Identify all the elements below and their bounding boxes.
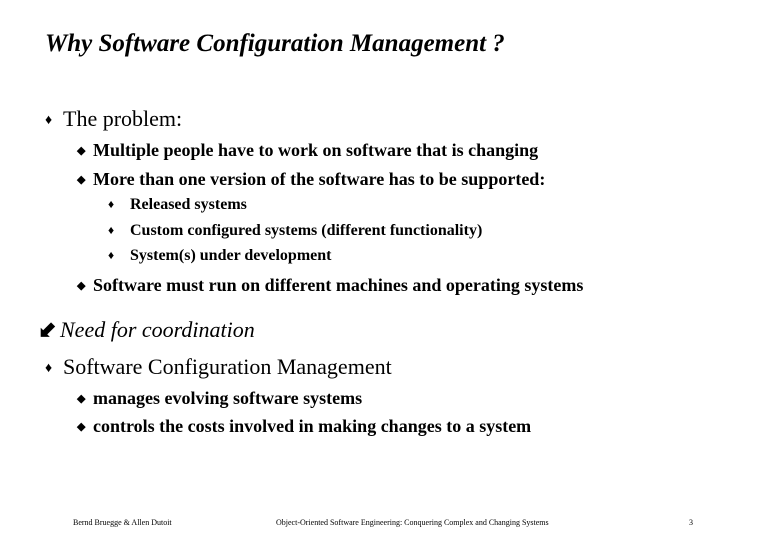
slide-title: Why Software Configuration Management ?: [45, 30, 505, 57]
sub-bullet-multiple-people: ◆ Multiple people have to work on softwar…: [77, 140, 539, 160]
sub-bullet-manages: ◆ manages evolving software systems: [77, 388, 363, 408]
sub-sub-bullet-custom: ♦ Custom configured systems (different fu…: [108, 222, 483, 239]
diamond-bullet-icon: ◆: [77, 393, 86, 405]
sub-bullet-different-machines: ◆ Software must run on different machines…: [77, 275, 584, 295]
footer-authors: Bernd Bruegge & Allen Dutoit: [73, 518, 172, 527]
diamond-bullet-icon: ◆: [77, 280, 86, 292]
bullet-scm: ♦ Software Configuration Management: [45, 354, 392, 379]
diamond-bullet-icon: ◆: [77, 174, 86, 186]
arrow-need-for-coordination: ⬋ Need for coordination: [38, 317, 255, 342]
diamond-bullet-icon: ♦: [108, 197, 115, 211]
footer-book-title: Object-Oriented Software Engineering: Co…: [276, 518, 549, 527]
arrow-down-left-icon: ⬋: [38, 317, 57, 342]
page-number: 3: [689, 518, 693, 527]
sub-sub-bullet-development: ♦ System(s) under development: [108, 247, 332, 264]
diamond-bullet-icon: ♦: [45, 361, 53, 376]
sub-bullet-more-than-one-version: ◆ More than one version of the software h…: [77, 169, 546, 189]
diamond-bullet-icon: ♦: [108, 248, 115, 262]
diamond-bullet-icon: ♦: [45, 113, 53, 128]
diamond-bullet-icon: ♦: [108, 223, 115, 237]
diamond-bullet-icon: ◆: [77, 145, 86, 157]
sub-sub-bullet-released: ♦ Released systems: [108, 196, 247, 213]
diamond-bullet-icon: ◆: [77, 421, 86, 433]
sub-bullet-controls: ◆ controls the costs involved in making c…: [77, 416, 532, 436]
bullet-the-problem: ♦ The problem:: [45, 106, 183, 131]
